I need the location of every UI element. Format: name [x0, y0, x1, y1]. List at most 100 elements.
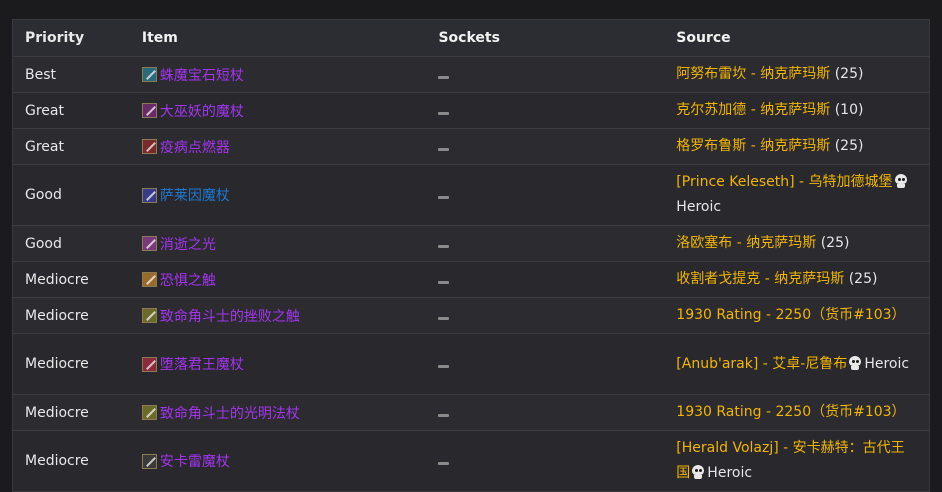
- item-icon: [141, 405, 157, 420]
- heroic-skull-icon: [894, 174, 908, 188]
- source-cell: 格罗布鲁斯 - 纳克萨玛斯 (25): [664, 129, 929, 165]
- source-cell: 1930 Rating - 2250（货币#103）: [664, 395, 929, 431]
- sockets-cell: [426, 395, 664, 431]
- item-name[interactable]: 致命角斗士的光明法杖: [160, 403, 300, 423]
- table-body: Best 蛛魔宝石短杖 阿努布雷坎 - 纳克萨玛斯 (25) Great 大巫妖…: [12, 56, 930, 492]
- sockets-cell: [426, 262, 664, 298]
- heroic-skull-icon: [848, 355, 862, 370]
- no-sockets-dash-icon: [438, 147, 450, 151]
- item-cell: 疫病点燃器: [130, 129, 427, 165]
- table-row: Good 萨莱因魔杖 [Prince Keleseth] - 乌特加德城堡 Her…: [12, 164, 930, 226]
- priority-cell: Mediocre: [25, 271, 89, 288]
- item-icon: [141, 103, 157, 118]
- table-row: Mediocre 恐惧之触 收割者戈提克 - 纳克萨玛斯 (25): [12, 261, 930, 298]
- table-row: Mediocre 安卡雷魔杖 [Herald Volazj] - 安卡赫特：古代…: [12, 430, 930, 492]
- source-link[interactable]: 格罗布鲁斯 - 纳克萨玛斯: [676, 138, 830, 154]
- no-sockets-dash-icon: [438, 365, 450, 368]
- item-link[interactable]: 致命角斗士的光明法杖: [141, 403, 415, 423]
- item-cell: 恐惧之触: [130, 262, 427, 298]
- source-suffix: (25): [816, 235, 850, 251]
- source-link[interactable]: 收割者戈提克 - 纳克萨玛斯: [676, 271, 844, 287]
- item-name[interactable]: 疫病点燃器: [160, 137, 230, 157]
- item-name[interactable]: 消逝之光: [160, 234, 216, 254]
- item-name[interactable]: 萨莱因魔杖: [160, 185, 230, 205]
- item-link[interactable]: 堕落君王魔杖: [141, 354, 415, 374]
- no-sockets-dash-icon: [438, 462, 450, 465]
- priority-cell: Mediocre: [25, 307, 89, 324]
- item-cell: 大巫妖的魔杖: [130, 93, 427, 129]
- heroic-label: Heroic: [864, 355, 910, 372]
- item-icon: [141, 139, 157, 154]
- source-link[interactable]: 阿努布雷坎 - 纳克萨玛斯: [676, 66, 830, 82]
- table-header: Priority Item Sockets Source: [12, 19, 930, 57]
- item-name[interactable]: 蛛魔宝石短杖: [160, 65, 244, 85]
- source-cell: 阿努布雷坎 - 纳克萨玛斯 (25): [664, 57, 929, 93]
- item-link[interactable]: 消逝之光: [141, 234, 415, 254]
- source-link[interactable]: 1930 Rating - 2250: [676, 404, 811, 420]
- header-item: Item: [141, 30, 178, 46]
- source-cell: 洛欧塞布 - 纳克萨玛斯 (25): [664, 226, 929, 262]
- sockets-cell: [426, 298, 664, 334]
- source-suffix: (25): [830, 138, 864, 154]
- item-link[interactable]: 安卡雷魔杖: [141, 451, 415, 471]
- item-icon: [141, 308, 157, 323]
- source-link[interactable]: [Anub'arak] - 艾卓-尼鲁布: [676, 356, 847, 372]
- no-sockets-dash-icon: [438, 413, 450, 417]
- no-sockets-dash-icon: [438, 280, 450, 284]
- source-cell: 1930 Rating - 2250（货币#103）: [664, 298, 929, 334]
- item-icon: [141, 272, 157, 287]
- item-cell: 安卡雷魔杖: [130, 431, 427, 492]
- priority-cell: Great: [25, 102, 64, 119]
- sockets-cell: [426, 93, 664, 129]
- sockets-cell: [426, 165, 664, 226]
- table-row: Mediocre 致命角斗士的挫败之触 1930 Rating - 2250（货…: [12, 297, 930, 334]
- sockets-cell: [426, 334, 664, 395]
- source-cell: [Anub'arak] - 艾卓-尼鲁布 Heroic: [664, 334, 929, 395]
- heroic-label: Heroic: [707, 465, 753, 481]
- no-sockets-dash-icon: [438, 196, 450, 199]
- table-row: Great 疫病点燃器 格罗布鲁斯 - 纳克萨玛斯 (25): [12, 128, 930, 165]
- source-suffix: （货币#103）: [811, 404, 906, 420]
- loot-priority-table-container: Priority Item Sockets Source Best 蛛魔宝石短杖…: [12, 19, 930, 492]
- table-row: Great 大巫妖的魔杖 克尔苏加德 - 纳克萨玛斯 (10): [12, 92, 930, 129]
- header-source: Source: [676, 29, 731, 46]
- item-cell: 致命角斗士的光明法杖: [130, 395, 427, 431]
- loot-priority-table: Priority Item Sockets Source Best 蛛魔宝石短杖…: [12, 19, 930, 492]
- item-link[interactable]: 大巫妖的魔杖: [141, 101, 415, 121]
- item-icon: [141, 453, 157, 469]
- source-link[interactable]: 1930 Rating - 2250: [676, 307, 811, 323]
- item-link[interactable]: 致命角斗士的挫败之触: [141, 306, 415, 326]
- table-row: Good 消逝之光 洛欧塞布 - 纳克萨玛斯 (25): [12, 225, 930, 262]
- item-name[interactable]: 堕落君王魔杖: [160, 354, 244, 374]
- item-link[interactable]: 疫病点燃器: [141, 137, 415, 157]
- source-link[interactable]: 克尔苏加德 - 纳克萨玛斯: [676, 102, 830, 118]
- header-row: Priority Item Sockets Source: [12, 19, 930, 57]
- source-cell: 收割者戈提克 - 纳克萨玛斯 (25): [664, 262, 929, 298]
- item-cell: 堕落君王魔杖: [130, 334, 427, 395]
- item-cell: 蛛魔宝石短杖: [130, 57, 427, 93]
- item-link[interactable]: 恐惧之触: [141, 270, 415, 290]
- priority-cell: Good: [25, 187, 62, 203]
- source-link[interactable]: 洛欧塞布 - 纳克萨玛斯: [676, 235, 816, 251]
- priority-cell: Mediocre: [25, 356, 89, 372]
- item-icon: [141, 236, 157, 251]
- item-name[interactable]: 恐惧之触: [160, 270, 216, 290]
- sockets-cell: [426, 431, 664, 492]
- heroic-label: Heroic: [676, 199, 722, 215]
- sockets-cell: [426, 57, 664, 93]
- sockets-cell: [426, 226, 664, 262]
- priority-cell: Great: [25, 138, 64, 155]
- item-icon: [141, 356, 157, 372]
- item-name[interactable]: 大巫妖的魔杖: [160, 101, 244, 121]
- item-cell: 致命角斗士的挫败之触: [130, 298, 427, 334]
- item-name[interactable]: 致命角斗士的挫败之触: [160, 306, 300, 326]
- header-priority: Priority: [25, 30, 85, 46]
- item-name[interactable]: 安卡雷魔杖: [160, 451, 230, 471]
- source-link[interactable]: [Prince Keleseth] - 乌特加德城堡: [676, 174, 892, 190]
- no-sockets-dash-icon: [438, 244, 450, 248]
- table-row: Mediocre 堕落君王魔杖 [Anub'arak] - 艾卓-尼鲁布 Hero…: [12, 333, 930, 395]
- item-link[interactable]: 蛛魔宝石短杖: [141, 65, 415, 85]
- priority-cell: Mediocre: [25, 404, 89, 421]
- item-link[interactable]: 萨莱因魔杖: [141, 185, 415, 205]
- no-sockets-dash-icon: [438, 111, 450, 115]
